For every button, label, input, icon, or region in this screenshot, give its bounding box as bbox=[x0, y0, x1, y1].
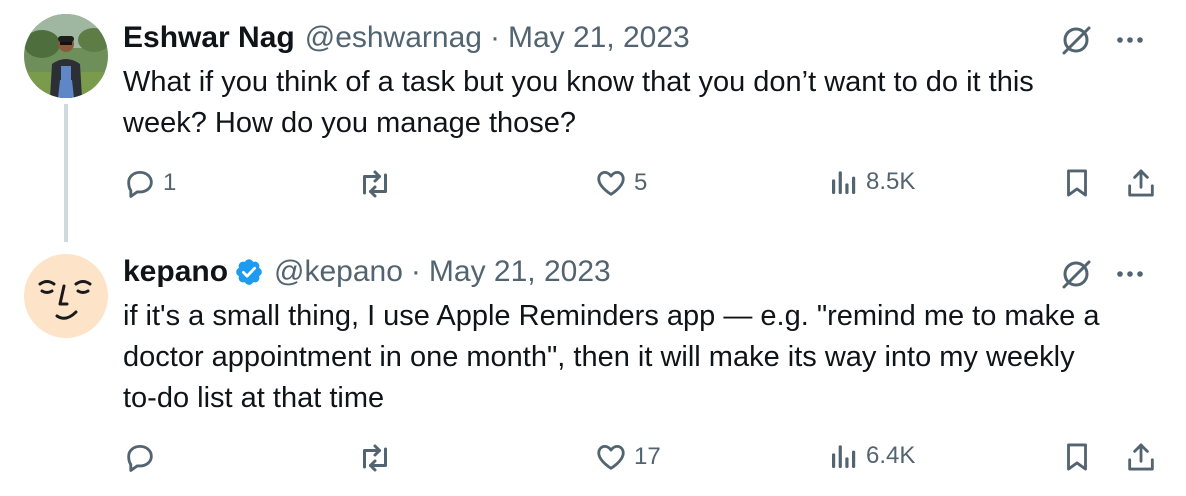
views-button[interactable]: 8.5K bbox=[828, 166, 915, 198]
tweet-text-line: doctor appointment in one month", then i… bbox=[123, 341, 1075, 373]
grok-icon[interactable] bbox=[1058, 22, 1094, 58]
reply-button[interactable]: 1 bbox=[123, 166, 176, 200]
views-count: 6.4K bbox=[866, 442, 916, 469]
like-icon bbox=[597, 444, 625, 470]
tweet-text-line: to-do list at that time bbox=[123, 382, 385, 414]
separator-dot: · bbox=[489, 21, 500, 54]
avatar-kepano[interactable] bbox=[24, 254, 108, 338]
like-count: 5 bbox=[634, 169, 648, 196]
tweet-top-actions bbox=[1058, 256, 1146, 292]
author-handle[interactable]: @kepano bbox=[274, 254, 403, 290]
reply-count: 1 bbox=[163, 169, 177, 196]
tweet-kepano[interactable]: kepano @kepano · May 21, 2023 if it's a … bbox=[0, 240, 1186, 496]
tweet-text-line: week? How do you manage those? bbox=[123, 107, 577, 139]
more-icon[interactable] bbox=[1114, 258, 1146, 290]
tweet-header: Eshwar Nag @eshwarnag · May 21, 2023 bbox=[123, 20, 690, 56]
like-button[interactable]: 17 bbox=[594, 440, 661, 474]
share-button[interactable] bbox=[1124, 440, 1158, 474]
avatar-eshwar[interactable] bbox=[24, 14, 108, 98]
tweet-top-actions bbox=[1058, 22, 1146, 58]
like-icon bbox=[597, 170, 625, 196]
tweet-text-line: if it's a small thing, I use Apple Remin… bbox=[123, 300, 1100, 332]
views-icon bbox=[832, 171, 856, 194]
reply-button[interactable] bbox=[123, 440, 163, 474]
tweet-date[interactable]: May 21, 2023 bbox=[508, 20, 690, 56]
tweet-text-line: What if you think of a task but you know… bbox=[123, 66, 1034, 98]
retweet-button[interactable] bbox=[357, 166, 399, 202]
tweet-text: What if you think of a task but you know… bbox=[123, 62, 1034, 144]
share-icon bbox=[1128, 169, 1154, 197]
like-button[interactable]: 5 bbox=[594, 166, 647, 200]
views-icon bbox=[832, 445, 856, 468]
bookmark-icon bbox=[1067, 169, 1087, 197]
reply-icon bbox=[127, 444, 153, 472]
retweet-icon bbox=[363, 444, 387, 472]
tweet-date[interactable]: May 21, 2023 bbox=[429, 254, 611, 290]
views-button[interactable]: 6.4K bbox=[828, 440, 915, 472]
grok-icon[interactable] bbox=[1058, 256, 1094, 292]
tweet-eshwar[interactable]: Eshwar Nag @eshwarnag · May 21, 2023 Wha… bbox=[0, 0, 1186, 242]
tweet-actions: 1 5 8.5K bbox=[0, 166, 1186, 206]
tweet-actions: 17 6.4K bbox=[0, 440, 1186, 480]
retweet-button[interactable] bbox=[357, 440, 399, 476]
author-name[interactable]: Eshwar Nag bbox=[123, 20, 295, 56]
views-count: 8.5K bbox=[866, 168, 916, 195]
author-handle[interactable]: @eshwarnag bbox=[305, 20, 482, 56]
bookmark-button[interactable] bbox=[1060, 440, 1094, 474]
share-icon bbox=[1128, 443, 1154, 471]
tweet-text: if it's a small thing, I use Apple Remin… bbox=[123, 296, 1100, 419]
reply-icon bbox=[127, 170, 153, 198]
author-name[interactable]: kepano bbox=[123, 254, 228, 290]
separator-dot: · bbox=[410, 255, 421, 288]
verified-badge-icon bbox=[234, 257, 264, 287]
bookmark-button[interactable] bbox=[1060, 166, 1094, 200]
tweet-header: kepano @kepano · May 21, 2023 bbox=[123, 254, 611, 290]
bookmark-icon bbox=[1067, 443, 1087, 471]
share-button[interactable] bbox=[1124, 166, 1158, 200]
like-count: 17 bbox=[634, 443, 661, 470]
more-icon[interactable] bbox=[1114, 24, 1146, 56]
retweet-icon bbox=[363, 170, 387, 198]
